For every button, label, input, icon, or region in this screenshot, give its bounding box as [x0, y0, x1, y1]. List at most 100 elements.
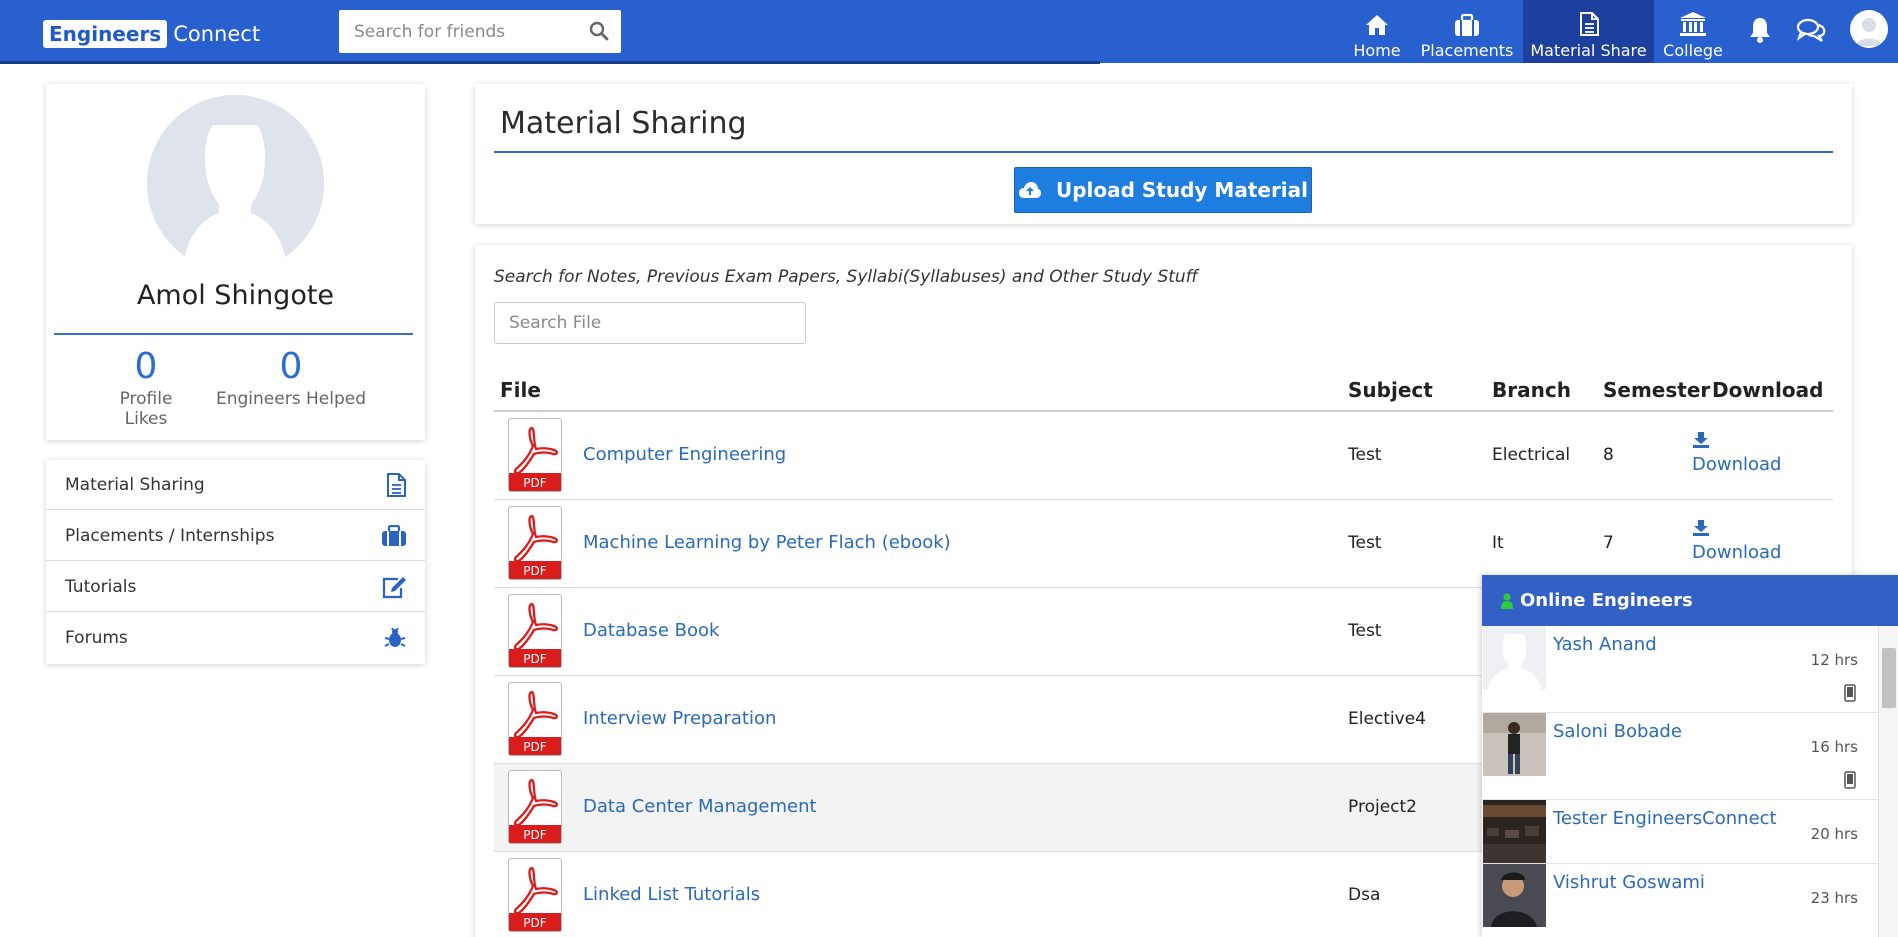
- stat-profile-likes-label: Profile Likes: [119, 389, 173, 429]
- college-icon: [1680, 12, 1706, 36]
- col-header-semester[interactable]: Semester: [1603, 378, 1710, 402]
- file-name-link[interactable]: Computer Engineering: [583, 444, 786, 465]
- side-item-label: Tutorials: [65, 576, 137, 597]
- download-link[interactable]: Download: [1692, 519, 1781, 563]
- cell-branch: It: [1492, 533, 1504, 553]
- stat-engineers-helped: 0 Engineers Helped: [211, 346, 371, 409]
- side-item-label: Placements / Internships: [65, 525, 275, 546]
- nav-placements-label: Placements: [1420, 41, 1514, 60]
- brand-logo[interactable]: Engineers Connect: [43, 18, 260, 50]
- pdf-label: PDF: [523, 916, 546, 930]
- bug-icon: [384, 627, 406, 647]
- cell-subject: Dsa: [1348, 885, 1381, 905]
- side-item-label: Material Sharing: [65, 474, 205, 495]
- cell-subject: Test: [1348, 533, 1382, 553]
- col-header-branch[interactable]: Branch: [1492, 378, 1571, 402]
- page-title: Material Sharing: [500, 106, 747, 141]
- profile-card: Amol Shingote 0 Profile Likes 0 Engineer…: [46, 84, 425, 440]
- document-icon: [387, 472, 406, 497]
- side-item-label: Forums: [65, 628, 128, 648]
- online-user-row[interactable]: Saloni Bobade 16 hrs: [1482, 713, 1878, 800]
- page-load-progress: [0, 61, 1100, 64]
- pdf-label: PDF: [523, 740, 546, 754]
- pdf-label: PDF: [523, 652, 546, 666]
- user-online-icon: [1501, 592, 1513, 609]
- pdf-file-icon[interactable]: PDF: [508, 858, 562, 932]
- user-avatar[interactable]: [1850, 10, 1888, 48]
- online-panel-scrollbar[interactable]: [1878, 626, 1898, 937]
- online-user-row[interactable]: Yash Anand 12 hrs: [1482, 626, 1878, 713]
- scrollbar-thumb[interactable]: [1882, 648, 1896, 708]
- download-link[interactable]: Download: [1692, 431, 1781, 475]
- cell-subject: Project2: [1348, 797, 1417, 817]
- search-hint: Search for Notes, Previous Exam Papers, …: [494, 267, 1198, 287]
- table-row: PDF Computer Engineering Test Electrical…: [494, 412, 1833, 500]
- file-search-input[interactable]: [494, 302, 806, 344]
- profile-divider: [54, 333, 413, 335]
- online-panel-header[interactable]: Online Engineers: [1482, 575, 1898, 626]
- online-user-row[interactable]: Vishrut Goswami 23 hrs: [1482, 864, 1878, 937]
- side-menu: Material Sharing Placements / Internship…: [46, 460, 425, 664]
- nav-material-share-label: Material Share: [1530, 41, 1647, 60]
- cloud-upload-icon: [1018, 182, 1041, 198]
- profile-photo[interactable]: [147, 95, 324, 272]
- pdf-label: PDF: [523, 564, 546, 578]
- upload-button-label: Upload Study Material: [1055, 178, 1309, 202]
- col-header-download[interactable]: Download: [1712, 378, 1823, 402]
- download-label: Download: [1692, 454, 1782, 475]
- file-name-link[interactable]: Database Book: [583, 620, 719, 641]
- title-divider: [494, 151, 1833, 153]
- download-label: Download: [1692, 542, 1782, 563]
- cell-branch: Electrical: [1492, 445, 1571, 465]
- stat-profile-likes-value: 0: [134, 346, 158, 387]
- side-item-tutorials[interactable]: Tutorials: [46, 562, 425, 612]
- cell-subject: Test: [1348, 445, 1382, 465]
- online-user-avatar: [1483, 713, 1546, 776]
- online-user-avatar: [1483, 626, 1546, 689]
- stat-profile-likes: 0 Profile Likes: [96, 346, 196, 429]
- nav-college[interactable]: College: [1663, 0, 1723, 63]
- side-item-material-sharing[interactable]: Material Sharing: [46, 460, 425, 510]
- file-name-link[interactable]: Data Center Management: [583, 796, 817, 817]
- messages-button[interactable]: [1795, 14, 1827, 46]
- cell-semester: 8: [1603, 445, 1614, 465]
- stat-engineers-helped-value: 0: [279, 346, 303, 387]
- col-header-file[interactable]: File: [500, 378, 541, 402]
- cell-subject: Test: [1348, 621, 1382, 641]
- nav-home[interactable]: Home: [1348, 0, 1406, 63]
- search-icon[interactable]: [589, 21, 609, 41]
- nav-placements[interactable]: Placements: [1418, 0, 1516, 63]
- side-item-placements[interactable]: Placements / Internships: [46, 511, 425, 561]
- friend-search: [339, 10, 621, 53]
- brand-logo-text: Connect: [173, 22, 261, 46]
- download-icon: [1693, 520, 1709, 536]
- pdf-file-icon[interactable]: PDF: [508, 506, 562, 580]
- chat-icon: [1796, 18, 1826, 42]
- nav-material-share[interactable]: Material Share: [1523, 0, 1654, 63]
- upload-material-button[interactable]: Upload Study Material: [1014, 167, 1312, 213]
- home-icon: [1366, 15, 1388, 35]
- notifications-button[interactable]: [1744, 14, 1776, 46]
- briefcase-icon: [382, 524, 406, 546]
- pdf-file-icon[interactable]: PDF: [508, 770, 562, 844]
- pdf-file-icon[interactable]: PDF: [508, 594, 562, 668]
- stat-engineers-helped-label: Engineers Helped: [216, 389, 366, 409]
- file-name-link[interactable]: Interview Preparation: [583, 708, 776, 729]
- pdf-file-icon[interactable]: PDF: [508, 418, 562, 492]
- col-header-subject[interactable]: Subject: [1348, 378, 1433, 402]
- edit-icon: [382, 576, 406, 598]
- bell-icon: [1750, 18, 1770, 43]
- file-name-link[interactable]: Machine Learning by Peter Flach (ebook): [583, 532, 951, 553]
- file-name-link[interactable]: Linked List Tutorials: [583, 884, 760, 905]
- online-user-time: 16 hrs: [1810, 738, 1858, 756]
- online-user-avatar: [1483, 800, 1546, 863]
- online-user-row[interactable]: Tester EngineersConnect 20 hrs: [1482, 800, 1878, 864]
- friend-search-input[interactable]: [339, 11, 579, 52]
- pdf-file-icon[interactable]: PDF: [508, 682, 562, 756]
- side-item-forums[interactable]: Forums: [46, 613, 425, 663]
- pdf-label: PDF: [523, 476, 546, 490]
- profile-name: Amol Shingote: [136, 280, 335, 311]
- cell-subject: Elective4: [1348, 709, 1426, 729]
- online-user-time: 23 hrs: [1810, 889, 1858, 907]
- online-user-name: Vishrut Goswami: [1553, 872, 1705, 893]
